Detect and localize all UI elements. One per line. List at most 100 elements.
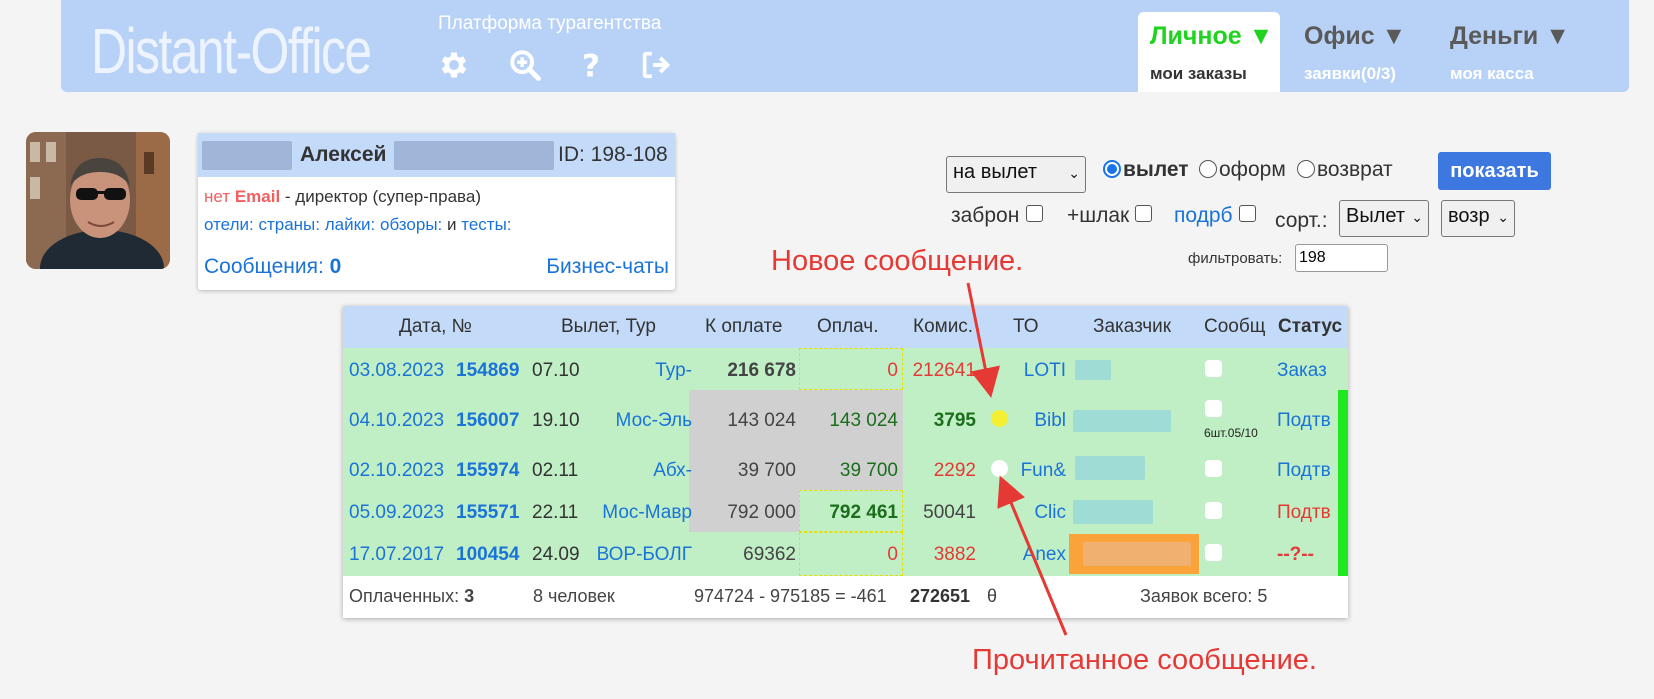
show-button[interactable]: показать [1438,152,1551,190]
nav-money-title: Деньги ▼ [1450,22,1570,50]
sort-select[interactable]: Вылет ⌄ [1339,200,1429,237]
business-chats-link[interactable]: Бизнес-чаты [546,255,669,279]
tour-link[interactable]: Мос-Мавр [602,502,692,524]
and-text: и [447,215,457,234]
read-message-indicator[interactable] [991,460,1008,477]
tour-link[interactable]: Абх- [653,460,692,482]
search-plus-icon[interactable] [508,48,542,82]
col-paid[interactable]: Оплач. [817,316,878,338]
order-select[interactable]: возр ⌄ [1441,200,1515,237]
table-row[interactable]: 04.10.2023 156007 19.10 Мос-Эль 143 024 … [343,390,1348,448]
avatar[interactable] [26,132,170,269]
messages-count[interactable]: 0 [330,255,342,278]
orders-table: Дата, № Вылет, Тур К оплате Оплач. Комис… [343,306,1348,618]
nav-office[interactable]: Офис ▼ заявки(0/3) [1292,12,1422,92]
table-row[interactable]: 03.08.2023 154869 07.10 Тур- 216 678 0 2… [343,348,1348,390]
amount-paid: 143 024 [829,410,898,431]
message-checkbox[interactable] [1205,460,1222,477]
new-message-indicator[interactable] [991,410,1008,427]
col-date[interactable]: Дата, № [399,316,472,338]
status-indicator [1338,532,1348,576]
nav-personal-title: Личное ▼ [1150,22,1274,50]
tour-link[interactable]: ВОР-БОЛГ [597,544,692,566]
theta-symbol[interactable]: θ [987,586,997,607]
order-date[interactable]: 17.07.2017 [349,544,444,566]
tour-link[interactable]: Тур- [655,360,692,382]
paid-count: 3 [464,586,475,606]
redacted-customer [1083,542,1191,566]
profile-id: ID: 198-108 [558,143,668,166]
order-number[interactable]: 155974 [456,460,519,482]
nav-personal-sub[interactable]: мои заказы [1150,64,1247,84]
status-link[interactable]: Заказ [1277,360,1327,382]
gear-icon[interactable] [437,48,471,82]
redacted-surname [202,141,292,170]
col-departure[interactable]: Вылет, Тур [561,316,656,338]
message-checkbox[interactable] [1205,360,1222,377]
order-date[interactable]: 04.10.2023 [349,410,444,432]
table-row[interactable]: 02.10.2023 155974 02.11 Абх- 39 700 39 7… [343,448,1348,490]
nav-money[interactable]: Деньги ▼ моя касса [1438,12,1578,92]
table-header: Дата, № Вылет, Тур К оплате Оплач. Комис… [343,306,1348,348]
operator-link[interactable]: LOTI [1024,360,1066,382]
details-checkbox[interactable] [1239,205,1256,222]
link-hotels[interactable]: отели: [204,215,254,234]
link-reviews[interactable]: обзоры: [380,215,442,234]
email-link[interactable]: Email [235,187,280,206]
operator-link[interactable]: Bibl [1034,410,1066,432]
nav-personal[interactable]: Личное ▼ мои заказы [1138,12,1280,92]
order-date[interactable]: 05.09.2023 [349,502,444,524]
paid-label: Оплаченных: [349,586,460,606]
message-checkbox[interactable] [1205,544,1222,561]
radio-departure[interactable] [1103,160,1121,178]
message-checkbox[interactable] [1205,502,1222,519]
messages-line[interactable]: Сообщения: 0 [204,255,341,279]
logout-icon[interactable] [639,48,673,82]
status-link[interactable]: Подтв [1277,502,1331,524]
order-number[interactable]: 100454 [456,544,519,566]
col-operator[interactable]: ТО [1013,316,1039,338]
table-row[interactable]: 05.09.2023 155571 22.11 Мос-Мавр 792 000… [343,490,1348,532]
operator-link[interactable]: Anex [1023,544,1066,566]
order-date[interactable]: 02.10.2023 [349,460,444,482]
booked-checkbox[interactable] [1026,205,1043,222]
profile-links: отели: страны: лайки: обзоры: и тесты: [204,215,512,235]
link-likes[interactable]: лайки: [325,215,376,234]
junk-checkbox[interactable] [1135,205,1152,222]
filter-input[interactable] [1295,244,1388,272]
col-commission[interactable]: Комис. [913,316,973,338]
chevron-down-icon: ⌄ [1068,165,1080,181]
period-select[interactable]: на вылет ⌄ [946,156,1086,193]
operator-link[interactable]: Fun& [1021,460,1066,482]
radio-registration[interactable] [1199,160,1217,178]
question-icon[interactable]: ? [574,48,608,82]
messages-label[interactable]: Сообщения: [204,255,324,278]
departure-date: 22.11 [532,502,579,523]
order-number[interactable]: 155571 [456,502,519,524]
nav-office-title: Офис ▼ [1304,22,1407,50]
radio-return[interactable] [1297,160,1315,178]
link-countries[interactable]: страны: [258,215,320,234]
col-messages[interactable]: Сообщ [1204,316,1265,338]
link-tests[interactable]: тесты: [461,215,511,234]
radio-registration-label[interactable]: оформ [1219,158,1286,182]
order-number[interactable]: 156007 [456,410,519,432]
table-row[interactable]: 17.07.2017 100454 24.09 ВОР-БОЛГ 69362 0… [343,532,1348,576]
junk-label: +шлак [1067,204,1130,227]
col-topay[interactable]: К оплате [705,316,783,338]
order-date[interactable]: 03.08.2023 [349,360,444,382]
col-customer[interactable]: Заказчик [1093,316,1171,338]
col-status[interactable]: Статус [1278,316,1342,338]
nav-office-sub[interactable]: заявки(0/3) [1304,64,1396,84]
logo[interactable]: Distant-Office [91,14,372,88]
operator-link[interactable]: Clic [1034,502,1066,524]
status-link[interactable]: Подтв [1277,460,1331,482]
radio-departure-label[interactable]: вылет [1123,158,1189,182]
tour-link[interactable]: Мос-Эль [616,410,692,432]
message-checkbox[interactable] [1205,400,1222,417]
status-link[interactable]: Подтв [1277,410,1331,432]
radio-return-label[interactable]: возврат [1317,158,1393,182]
nav-money-sub[interactable]: моя касса [1450,64,1534,84]
status-link[interactable]: --?-- [1277,544,1314,566]
order-number[interactable]: 154869 [456,360,519,382]
